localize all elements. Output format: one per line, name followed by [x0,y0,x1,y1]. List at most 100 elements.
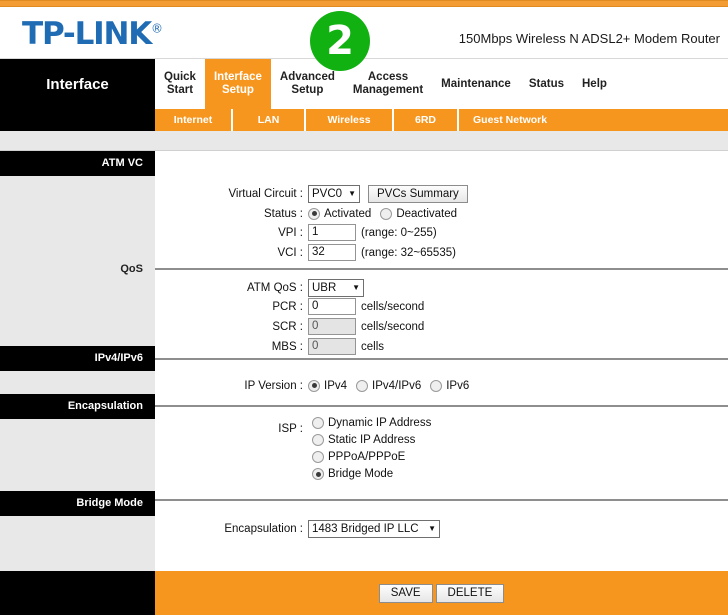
sub-navigation: Internet LAN Wireless 6RD Guest Network [0,109,728,131]
chevron-down-icon: ▼ [348,189,356,198]
section-header-encapsulation: Encapsulation [0,394,155,419]
ip-version-label: IP Version : [244,379,303,392]
divider-encapsulation [155,405,728,407]
settings-form-area: ATM VC QoS IPv4/IPv6 Encapsulation Bridg… [0,151,728,571]
ip-version-radio-ipv4[interactable]: IPv4 [308,379,348,392]
top-accent-strip [0,0,728,7]
radio-icon [312,417,324,429]
section-header-qos: QoS [120,263,143,275]
row-pcr: PCR : cells/second [160,297,424,316]
status-radio-deactivated[interactable]: Deactivated [380,207,457,220]
vci-input[interactable] [308,244,356,261]
isp-pppoa-pppoe-label: PPPoA/PPPoE [328,451,406,463]
encapsulation-select[interactable]: 1483 Bridged IP LLC ▼ [308,519,440,538]
isp-label: ISP : [278,422,303,435]
row-vpi: VPI : (range: 0~255) [160,223,437,242]
scr-label: SCR : [272,320,303,333]
status-radio-activated[interactable]: Activated [308,207,372,220]
tab-quick-start[interactable]: Quick Start [155,59,205,109]
atm-qos-value: UBR [312,281,337,294]
tab-access-management[interactable]: Access Management [344,59,432,109]
pcr-input[interactable] [308,298,356,315]
radio-icon [312,451,324,463]
router-model-name: 150Mbps Wireless N ADSL2+ Modem Router [458,31,720,46]
isp-static-ip-label: Static IP Address [328,434,416,446]
section-header-ipv4-ipv6: IPv4/IPv6 [0,346,155,371]
scr-input [308,318,356,335]
mbs-input [308,338,356,355]
subtab-lan[interactable]: LAN [233,109,306,131]
isp-dynamic-ip-label: Dynamic IP Address [328,417,432,429]
tp-link-logo: TP-LINK® [22,16,163,52]
nav-tab-list: Quick Start Interface Setup Advanced Set… [155,59,728,109]
encapsulation-label: Encapsulation : [224,522,303,535]
save-button[interactable]: SAVE [378,583,433,603]
row-status: Status : Activated Deactivated [160,204,466,223]
mbs-unit-label: cells [361,340,385,353]
virtual-circuit-value: PVC0 [312,187,343,200]
atm-qos-label: ATM QoS : [246,281,303,294]
tab-help[interactable]: Help [573,59,616,109]
ip-version-ipv6-label: IPv6 [446,379,470,392]
subtab-guest-network[interactable]: Guest Network [459,109,561,131]
isp-radio-bridge-mode[interactable]: Bridge Mode [312,468,431,480]
row-encapsulation: Encapsulation : 1483 Bridged IP LLC ▼ [160,519,440,538]
radio-icon [430,379,443,392]
tab-maintenance[interactable]: Maintenance [432,59,520,109]
row-mbs: MBS : cells [160,337,384,356]
pcr-label: PCR : [272,300,303,313]
pvcs-summary-button[interactable]: PVCs Summary [368,184,468,203]
divider-bridge-mode [155,499,728,501]
isp-radio-static-ip[interactable]: Static IP Address [312,434,431,446]
subtab-internet[interactable]: Internet [155,109,233,131]
tab-status[interactable]: Status [520,59,573,109]
status-activated-label: Activated [324,207,372,220]
radio-icon [380,207,393,220]
row-scr: SCR : cells/second [160,317,424,336]
annotation-badge-2: 2 [310,11,370,71]
scr-unit-label: cells/second [361,320,425,333]
section-header-bridge-mode: Bridge Mode [0,491,155,516]
nav-section-title: Interface [0,59,155,109]
isp-radio-group: Dynamic IP Address Static IP Address PPP… [312,417,440,485]
row-virtual-circuit: Virtual Circuit : PVC0 ▼ PVCs Summary [160,184,468,203]
divider-ipv4-ipv6 [155,358,728,360]
atm-qos-select[interactable]: UBR ▼ [308,278,364,297]
vpi-label: VPI : [278,226,303,239]
radio-icon [312,434,324,446]
content-top-gap [0,131,728,151]
logo-text: TP-LINK [22,16,152,52]
isp-radio-dynamic-ip[interactable]: Dynamic IP Address [312,417,431,429]
vci-range-hint: (range: 32~65535) [361,246,456,259]
vpi-input[interactable] [308,224,356,241]
vci-label: VCI : [277,246,303,259]
footer-button-bar: SAVE DELETE [155,571,728,615]
tab-interface-setup[interactable]: Interface Setup [204,59,271,109]
subtab-6rd[interactable]: 6RD [394,109,459,131]
vpi-range-hint: (range: 0~255) [361,226,437,239]
radio-icon [356,379,369,392]
divider-qos [155,268,728,270]
chevron-down-icon: ▼ [428,524,436,533]
row-ip-version: IP Version : IPv4 IPv4/IPv6 IPv6 [160,376,478,395]
radio-icon [308,207,320,220]
ip-version-ipv4-label: IPv4 [324,379,348,392]
virtual-circuit-label: Virtual Circuit : [228,187,303,200]
ip-version-ipv4-ipv6-label: IPv4/IPv6 [372,379,422,392]
pcr-unit-label: cells/second [361,300,425,313]
delete-button[interactable]: DELETE [435,583,505,603]
subtab-wireless[interactable]: Wireless [306,109,394,131]
ip-version-radio-ipv6[interactable]: IPv6 [430,379,470,392]
row-atm-qos: ATM QoS : UBR ▼ [160,278,364,297]
virtual-circuit-select[interactable]: PVC0 ▼ [308,184,360,203]
isp-radio-pppoa-pppoe[interactable]: PPPoA/PPPoE [312,451,431,463]
encapsulation-value: 1483 Bridged IP LLC [312,522,419,535]
mbs-label: MBS : [271,340,303,353]
chevron-down-icon: ▼ [352,283,360,292]
radio-icon [308,379,320,392]
row-vci: VCI : (range: 32~65535) [160,243,456,262]
section-header-atm-vc: ATM VC [0,151,155,176]
status-label: Status : [264,207,303,220]
isp-bridge-mode-label: Bridge Mode [328,468,394,480]
ip-version-radio-ipv4-ipv6[interactable]: IPv4/IPv6 [356,379,422,392]
